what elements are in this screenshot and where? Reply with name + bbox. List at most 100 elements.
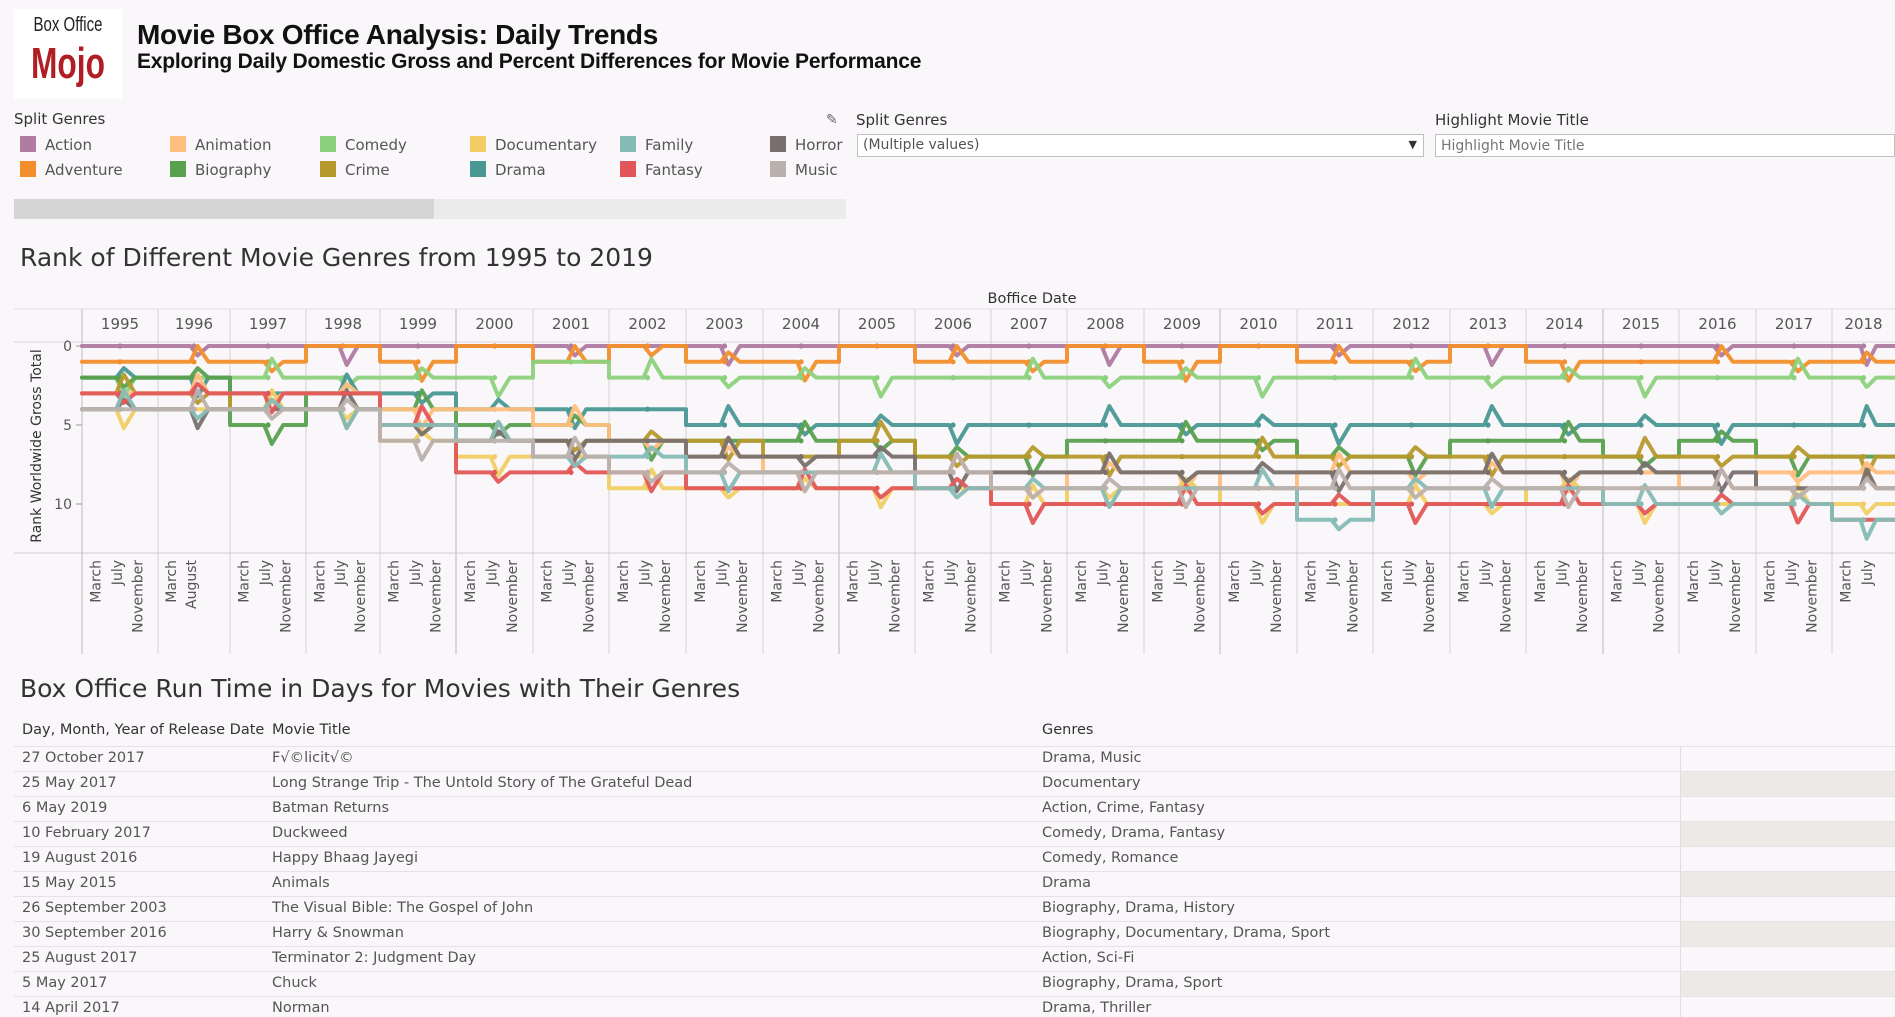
series-point[interactable] [644, 406, 651, 412]
series-point[interactable] [874, 375, 880, 381]
series-point[interactable] [1026, 485, 1032, 491]
series-point[interactable] [950, 485, 956, 491]
series-point[interactable] [1714, 501, 1721, 507]
legend-scrollbar[interactable] [14, 199, 846, 219]
series-point[interactable] [950, 359, 956, 365]
series-point[interactable] [721, 422, 728, 428]
series-point[interactable] [874, 469, 880, 475]
series-point[interactable] [1408, 343, 1415, 349]
series-point[interactable] [950, 422, 956, 428]
series-point[interactable] [568, 359, 574, 365]
series-point[interactable] [1860, 454, 1867, 460]
series-point[interactable] [1485, 485, 1491, 491]
table-row[interactable]: 25 May 2017 Long Strange Trip - The Untol… [14, 771, 1895, 796]
series-point[interactable] [1408, 485, 1415, 491]
series-point[interactable] [1561, 469, 1568, 475]
series-point[interactable] [1638, 343, 1644, 349]
series-point[interactable] [798, 359, 804, 365]
series-point[interactable] [1714, 359, 1721, 365]
series-point[interactable] [491, 406, 498, 412]
series-point[interactable] [1485, 438, 1491, 444]
series-point[interactable] [415, 359, 421, 365]
series-point[interactable] [1026, 375, 1032, 381]
series-point[interactable] [1485, 469, 1491, 475]
legend-item-family[interactable]: Family [620, 136, 693, 156]
series-point[interactable] [1179, 438, 1185, 444]
legend-item-adventure[interactable]: Adventure [20, 161, 123, 181]
pencil-edit-icon[interactable]: ✎ [826, 112, 838, 128]
series-point[interactable] [1255, 485, 1262, 491]
series-point[interactable] [340, 343, 346, 349]
series-point[interactable] [644, 438, 651, 444]
series-point[interactable] [1179, 343, 1185, 349]
series-point[interactable] [1408, 422, 1415, 428]
series-point[interactable] [874, 343, 880, 349]
legend-item-documentary[interactable]: Documentary [470, 136, 597, 156]
series-point[interactable] [117, 406, 123, 412]
legend-item-horror[interactable]: Horror [770, 136, 843, 156]
series-point[interactable] [1026, 454, 1032, 460]
series-point[interactable] [415, 343, 421, 349]
series-point[interactable] [340, 406, 346, 412]
series-point[interactable] [491, 454, 498, 460]
series-point[interactable] [1332, 375, 1338, 381]
series-point[interactable] [1026, 469, 1032, 475]
series-point[interactable] [1408, 375, 1415, 381]
split-genres-dropdown[interactable]: (Multiple values) ▼ [857, 134, 1424, 157]
table-row[interactable]: 25 August 2017 Terminator 2: Judgment Day… [14, 946, 1895, 971]
table-row[interactable]: 30 September 2016 Harry & Snowman Biograph… [14, 921, 1895, 946]
series-point[interactable] [1026, 343, 1032, 349]
series-point[interactable] [117, 343, 123, 349]
series-point[interactable] [568, 422, 574, 428]
series-point[interactable] [491, 343, 498, 349]
legend-item-drama[interactable]: Drama [470, 161, 546, 181]
table-row[interactable]: 27 October 2017 F√©licit√© Drama, Music [14, 746, 1895, 771]
series-point[interactable] [1791, 422, 1797, 428]
series-point[interactable] [491, 469, 498, 475]
legend-scrollbar-thumb[interactable] [14, 199, 434, 219]
series-point[interactable] [721, 343, 728, 349]
series-point[interactable] [1561, 359, 1568, 365]
series-point[interactable] [1179, 454, 1185, 460]
series-point[interactable] [1860, 359, 1867, 365]
series-point[interactable] [1638, 501, 1644, 507]
series-point[interactable] [798, 438, 804, 444]
legend-item-action[interactable]: Action [20, 136, 92, 156]
series-point[interactable] [1102, 343, 1109, 349]
highlight-movie-title-input[interactable] [1435, 134, 1895, 157]
series-point[interactable] [644, 375, 651, 381]
series-point[interactable] [1638, 469, 1644, 475]
series-point[interactable] [1408, 454, 1415, 460]
series-point[interactable] [1860, 343, 1867, 349]
series-line-family[interactable] [80, 388, 1895, 541]
series-point[interactable] [340, 390, 346, 396]
series-point[interactable] [1638, 485, 1644, 491]
series-point[interactable] [1860, 501, 1867, 507]
series-point[interactable] [265, 375, 271, 381]
series-point[interactable] [1860, 422, 1867, 428]
series-point[interactable] [721, 469, 728, 475]
series-point[interactable] [1791, 375, 1797, 381]
legend-item-music[interactable]: Music [770, 161, 838, 181]
series-point[interactable] [1561, 485, 1568, 491]
dropdown-arrow-icon[interactable]: ▼ [1409, 136, 1417, 153]
series-point[interactable] [1485, 422, 1491, 428]
series-point[interactable] [1255, 375, 1262, 381]
series-point[interactable] [1860, 375, 1867, 381]
series-point[interactable] [491, 438, 498, 444]
series-point[interactable] [644, 454, 651, 460]
series-point[interactable] [265, 422, 271, 428]
series-point[interactable] [1179, 375, 1185, 381]
column-header-genres[interactable]: Genres [1042, 722, 1093, 738]
series-point[interactable] [415, 375, 421, 381]
table-row[interactable]: 10 February 2017 Duckweed Comedy, Drama, F… [14, 821, 1895, 846]
table-row[interactable]: 5 May 2017 Chuck Biography, Drama, Sport [14, 971, 1895, 996]
series-point[interactable] [1791, 454, 1797, 460]
series-point[interactable] [1561, 375, 1568, 381]
series-point[interactable] [1332, 501, 1338, 507]
series-point[interactable] [1332, 422, 1338, 428]
series-point[interactable] [1179, 469, 1185, 475]
series-point[interactable] [1408, 501, 1415, 507]
series-point[interactable] [1255, 501, 1262, 507]
series-point[interactable] [721, 375, 728, 381]
